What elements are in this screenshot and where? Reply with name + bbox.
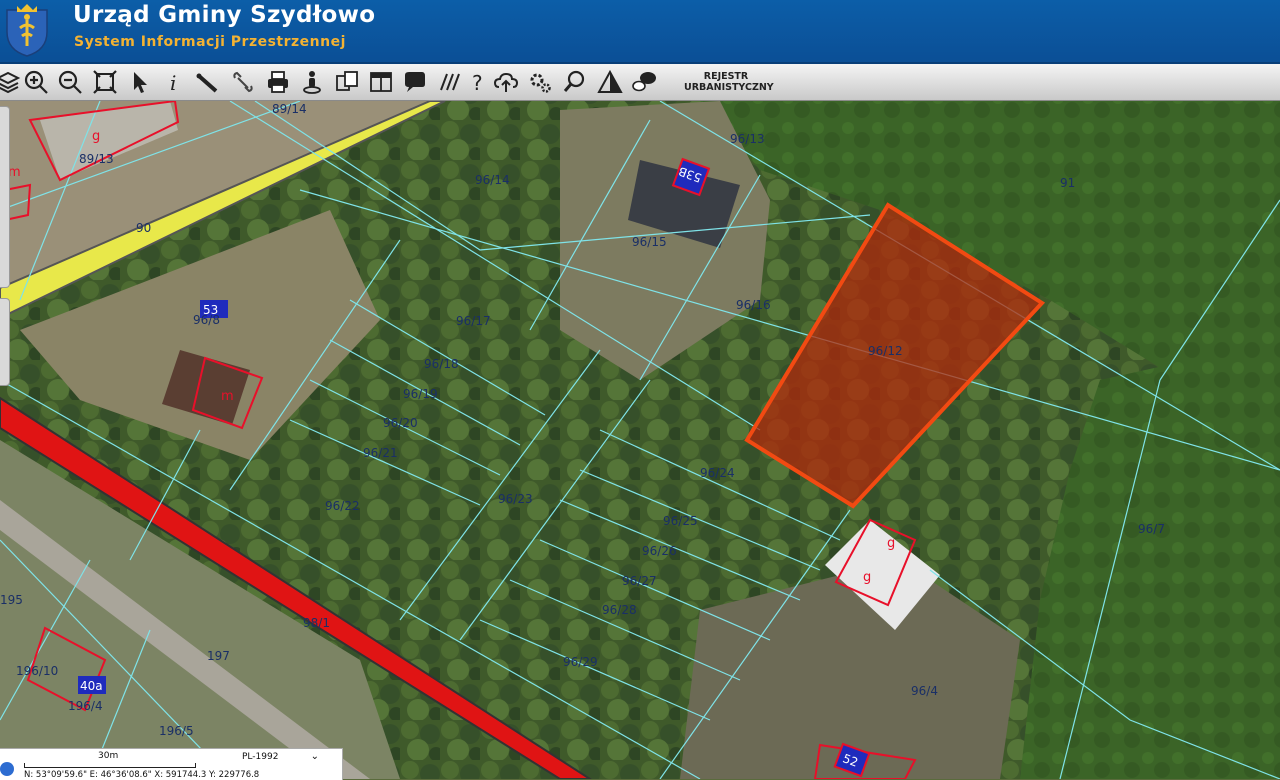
parcel-label: 196/5	[159, 724, 194, 738]
parcel-label: 96/13	[730, 132, 765, 146]
map-toolbar: i ? REJESTR URBANISTYCZNY	[0, 64, 1280, 101]
parcel-label: 96/26	[642, 544, 677, 558]
parcel-label: 96/19	[403, 387, 438, 401]
parcel-label: 195	[0, 593, 23, 607]
svg-text:40a: 40a	[80, 679, 103, 693]
link-icon[interactable]	[229, 68, 257, 96]
map-view[interactable]: g m g m g 53B 53 40a 52 89/14 89/13 96/1…	[0, 101, 1280, 779]
cloud-upload-icon[interactable]	[492, 68, 520, 96]
app-header: Urząd Gminy Szydłowo System Informacji P…	[0, 0, 1280, 64]
globe-icon[interactable]	[0, 762, 14, 776]
parcel-label: 96/21	[363, 446, 398, 460]
parcel-label: 96/14	[475, 173, 510, 187]
svg-text:i: i	[170, 71, 176, 95]
parcel-label: 96/16	[736, 298, 771, 312]
parcel-label: 96/20	[383, 416, 418, 430]
parcel-label: 89/14	[272, 102, 307, 116]
crs-value: PL-1992	[242, 752, 279, 762]
parcel-label: 96/17	[456, 314, 491, 328]
parcel-label: 196/4	[68, 699, 103, 713]
svg-text:?: ?	[472, 71, 483, 95]
left-panel-handle-2[interactable]	[0, 298, 10, 386]
hatch-icon[interactable]	[435, 68, 463, 96]
rejestr-line2: URBANISTYCZNY	[684, 82, 774, 93]
map-canvas[interactable]: g m g m g 53B 53 40a 52 89/14 89/13 96/1…	[0, 101, 1280, 779]
left-panel-handle[interactable]	[0, 106, 10, 288]
zoom-out-icon[interactable]	[56, 68, 84, 96]
layout-icon[interactable]	[367, 68, 395, 96]
parcel-label: 197	[207, 649, 230, 663]
help-icon[interactable]: ?	[464, 68, 492, 96]
parcel-label: 96/28	[602, 603, 637, 617]
measure-ruler-icon[interactable]	[194, 68, 222, 96]
building-mark-g: g	[887, 536, 895, 551]
parcel-label: 196/10	[16, 664, 58, 678]
zoom-in-icon[interactable]	[22, 68, 50, 96]
parcel-label: 96/24	[700, 466, 735, 480]
settings-icon[interactable]	[526, 68, 554, 96]
layers-icon[interactable]	[0, 68, 22, 96]
scale-label: 30m	[98, 751, 119, 761]
crs-select[interactable]: PL-1992 ⌄	[228, 751, 323, 766]
rejestr-urbanistyczny-button[interactable]: REJESTR URBANISTYCZNY	[684, 71, 774, 93]
select-pointer-icon[interactable]	[126, 68, 154, 96]
parcel-label: 96/25	[663, 514, 698, 528]
print-icon[interactable]	[264, 68, 292, 96]
zoom-extent-icon[interactable]	[91, 68, 119, 96]
house-number-40a: 40a	[78, 676, 106, 694]
building-mark-m: m	[221, 389, 234, 404]
rejestr-line1: REJESTR	[703, 71, 749, 82]
parcel-label: 96/29	[563, 655, 598, 669]
chevron-down-icon: ⌄	[310, 751, 319, 762]
parcel-label: 96/7	[1138, 522, 1165, 536]
app-subtitle: System Informacji Przestrzennej	[74, 34, 346, 50]
parcel-label: 96/8	[193, 313, 220, 327]
app-title: Urząd Gminy Szydłowo	[73, 2, 376, 28]
street-view-icon[interactable]	[298, 68, 326, 96]
chat-icon[interactable]	[630, 68, 658, 96]
building-mark-g: g	[92, 129, 100, 144]
compare-icon[interactable]	[333, 68, 361, 96]
info-icon[interactable]: i	[160, 68, 188, 96]
parcel-label: 91	[1060, 176, 1075, 190]
status-bar: 30m PL-1992 ⌄ N: 53°09'59.6" E: 46°36'08…	[0, 748, 343, 780]
parcel-label: 96/27	[622, 574, 657, 588]
building-mark-g: g	[863, 570, 871, 585]
parcel-label: 89/13	[79, 152, 114, 166]
parcel-label: 96/22	[325, 499, 360, 513]
parcel-label: 96/23	[498, 492, 533, 506]
warning-icon[interactable]	[596, 68, 624, 96]
parcel-label: 98/1	[303, 616, 330, 630]
parcel-label: 96/15	[632, 235, 667, 249]
parcel-label: 96/12	[868, 344, 903, 358]
search-icon[interactable]	[561, 68, 589, 96]
scale-bar	[24, 763, 196, 768]
comment-icon[interactable]	[401, 68, 429, 96]
parcel-label: 96/18	[424, 357, 459, 371]
parcel-label: 90	[136, 221, 151, 235]
parcel-label: 96/4	[911, 684, 938, 698]
coat-of-arms-logo	[6, 4, 48, 57]
